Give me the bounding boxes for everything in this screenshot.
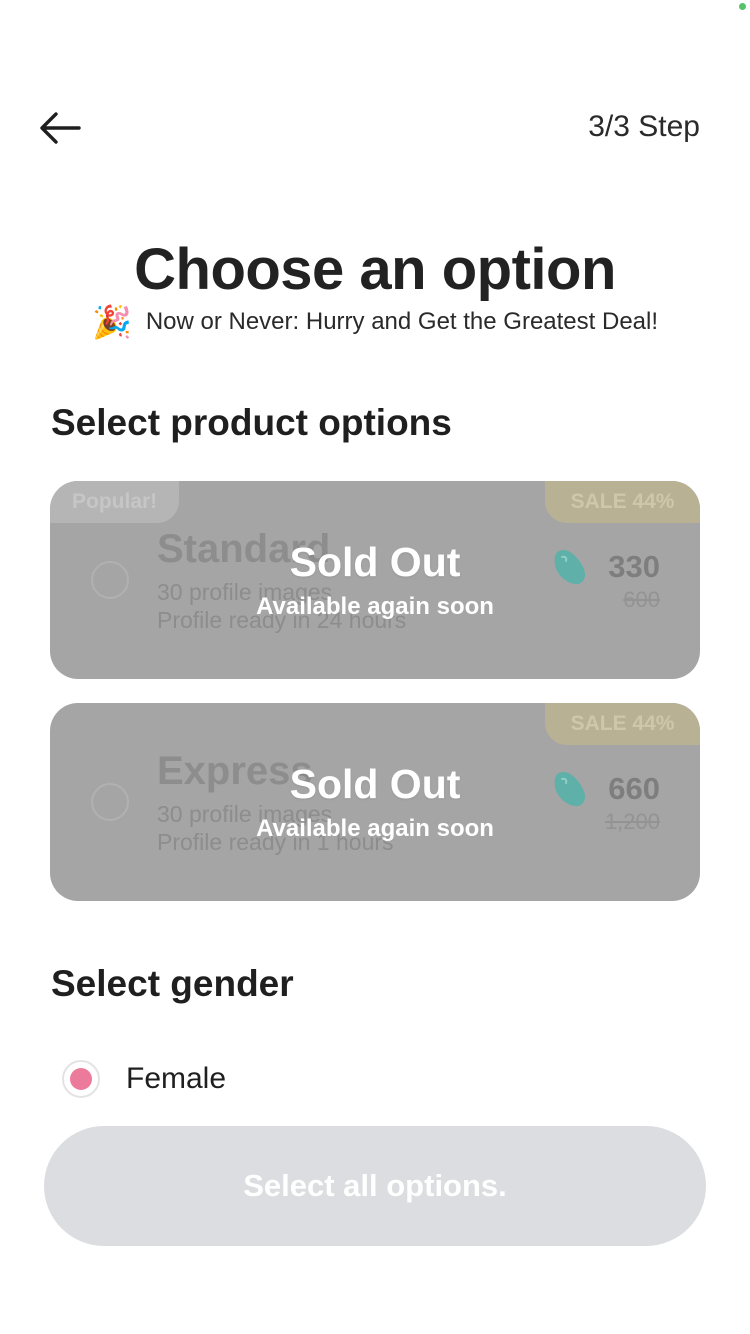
- product-card-standard[interactable]: Popular! SALE 44% Standard 30 profile im…: [50, 481, 700, 679]
- screen: 3/3 Step Choose an option 🎉 Now or Never…: [0, 0, 750, 1334]
- party-popper-icon: 🎉: [91, 304, 132, 340]
- sold-out-title: Sold Out: [289, 539, 461, 585]
- sold-out-title: Sold Out: [289, 761, 461, 807]
- page-title: Choose an option: [134, 237, 616, 302]
- sale-badge: SALE 44%: [545, 703, 700, 745]
- sold-out-subtitle: Available again soon: [256, 815, 494, 842]
- sale-badge: SALE 44%: [545, 481, 700, 523]
- gender-heading: Select gender: [51, 963, 294, 1004]
- gender-label: Female: [126, 1062, 227, 1095]
- popular-badge: Popular!: [50, 481, 180, 523]
- select-all-options-button[interactable]: Select all options.: [44, 1126, 706, 1246]
- gender-option-female[interactable]: Female: [62, 1060, 226, 1098]
- step-indicator: 3/3 Step: [588, 110, 700, 143]
- radio-selected-dot: [70, 1068, 92, 1090]
- back-button[interactable]: [36, 104, 84, 152]
- arrow-left-icon: [40, 112, 81, 144]
- sold-out-subtitle: Available again soon: [256, 593, 494, 620]
- product-card-express[interactable]: SALE 44% Express 30 profile images Profi…: [50, 703, 700, 901]
- promo-text: Now or Never: Hurry and Get the Greatest…: [145, 308, 659, 335]
- promo-banner: 🎉 Now or Never: Hurry and Get the Greate…: [0, 306, 750, 338]
- gender-radio[interactable]: [62, 1060, 100, 1098]
- status-indicator-dot: [739, 3, 746, 10]
- product-options-heading: Select product options: [51, 402, 452, 443]
